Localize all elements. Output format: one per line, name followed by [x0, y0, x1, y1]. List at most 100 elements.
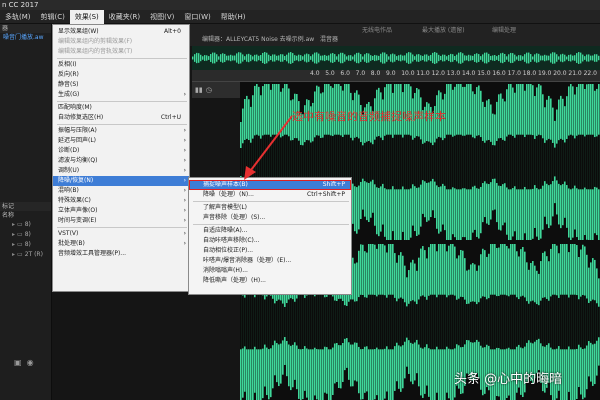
expand-icon[interactable]: ▸: [12, 241, 15, 248]
waveform-core: [298, 295, 300, 349]
overview-bar: [206, 55, 208, 61]
effects-menu-item[interactable]: 编辑效果组内的剪辑效果(F): [53, 37, 189, 47]
effects-menu-item[interactable]: 立体声声像(O) ›: [53, 206, 189, 216]
effects-menu-item[interactable]: 编辑效果组内的音轨效果(T): [53, 47, 189, 57]
effects-menu-item[interactable]: 显示效果组(W) Alt+0: [53, 27, 189, 37]
effects-menu-item[interactable]: 诊断(D) ›: [53, 146, 189, 156]
overview-bar: [386, 54, 388, 62]
menu-0[interactable]: 多轨(M): [0, 10, 36, 24]
effects-menu-item[interactable]: 延迟与回声(L) ›: [53, 136, 189, 146]
noise-menu-item[interactable]: 了解声音模型(L): [189, 203, 351, 213]
waveform-core: [400, 297, 402, 347]
clock-icon[interactable]: ◷: [206, 86, 212, 94]
overview-bar: [208, 56, 210, 60]
file-item[interactable]: 噪音门播放.aw: [0, 33, 51, 42]
overview-waveform[interactable]: [192, 46, 600, 70]
overview-bar: [202, 56, 204, 60]
overview-svg: [192, 52, 600, 64]
media-tab[interactable]: 标记: [0, 202, 51, 211]
noise-menu-item[interactable]: 咔嗒声/爆音消除器（处理）(E)...: [189, 256, 351, 266]
menu-3[interactable]: 收藏夹(R): [104, 10, 145, 24]
waveform-core: [504, 140, 506, 184]
noise-menu-item[interactable]: 降噪（处理）(N)... Ctrl+Shift+P: [189, 190, 351, 200]
waveform-core: [586, 134, 588, 190]
overview-bar: [234, 55, 236, 61]
waveform-core: [280, 300, 282, 344]
editor-tab[interactable]: 编辑器：ALLEYCAT5 Noise 去噪示例.aw: [202, 35, 314, 45]
workspace-label[interactable]: 最大播放 (遗留): [422, 25, 465, 34]
effects-menu-item[interactable]: 生成(G) ›: [53, 90, 189, 100]
overview-bar: [312, 54, 314, 62]
effects-menu-item[interactable]: 反相(I): [53, 60, 189, 70]
mic-icon[interactable]: ◉: [27, 358, 34, 367]
expand-icon[interactable]: ▸: [12, 251, 15, 258]
folder-icon: ▭: [17, 231, 23, 238]
waveform-core: [356, 136, 358, 188]
effects-menu-item[interactable]: 滤波与均衡(Q) ›: [53, 156, 189, 166]
workspace-label[interactable]: 无线电作品: [362, 25, 392, 34]
overview-bar: [294, 55, 296, 61]
waveform-core: [360, 142, 362, 182]
menu-2[interactable]: 效果(S): [69, 10, 104, 24]
menu-item-label: 了解声音模型(L): [203, 204, 248, 211]
overview-bar: [440, 55, 442, 61]
overview-bar: [348, 55, 350, 61]
waveform-core: [482, 140, 484, 184]
overview-bar: [310, 56, 312, 60]
time-ruler[interactable]: 4.0 5.0 6.0 7.0 8.0 9.0 10.0 11.0 12.0 13.0 14.0 15…: [192, 70, 600, 82]
overview-bar: [290, 52, 292, 64]
waveform-core: [358, 138, 360, 186]
effects-menu-item[interactable]: 匹配响度(M): [53, 103, 189, 113]
noise-menu-item[interactable]: 声音移除（处理）(S)...: [189, 213, 351, 223]
overview-bar: [580, 52, 582, 64]
effects-menu-item[interactable]: 批处理(B) ›: [53, 239, 189, 249]
effects-menu-item[interactable]: 时间与变调(E) ›: [53, 216, 189, 226]
mixer-tab[interactable]: 混音器: [320, 35, 338, 45]
effects-menu-item[interactable]: 振幅与压限(A) ›: [53, 126, 189, 136]
track-row[interactable]: ▸ ▭ 8): [0, 240, 51, 250]
menu-5[interactable]: 窗口(W): [179, 10, 215, 24]
menu-item-label: 静音(S): [58, 81, 79, 88]
effects-menu-item[interactable]: 调制(U) ›: [53, 166, 189, 176]
overview-bar: [274, 54, 276, 62]
menu-4[interactable]: 视图(V): [145, 10, 179, 24]
overview-bar: [544, 54, 546, 62]
noise-menu-item[interactable]: 降低嘶声（处理）(H)...: [189, 276, 351, 286]
expand-icon[interactable]: ▸: [12, 221, 15, 228]
menu-separator: [57, 124, 187, 125]
noise-menu-item[interactable]: 自适应降噪(A)...: [189, 226, 351, 236]
menu-6[interactable]: 帮助(H): [216, 10, 251, 24]
waveform-core: [586, 298, 588, 346]
menu-item-label: 自适应降噪(A)...: [203, 227, 248, 234]
noise-menu-item[interactable]: 消除嗡嗡声(H)...: [189, 266, 351, 276]
waveform-core: [292, 299, 294, 345]
workspace-label[interactable]: 编辑处理: [492, 25, 516, 34]
waveform-core: [342, 301, 344, 343]
effects-menu-item[interactable]: 音频增效工具管理器(P)...: [53, 249, 189, 259]
waveform-core: [394, 297, 396, 347]
effects-menu-item[interactable]: 降噪/恢复(N) ›: [53, 176, 189, 186]
overview-bar: [270, 55, 272, 61]
levels-icon[interactable]: ▮▮: [195, 86, 203, 94]
effects-menu-item[interactable]: VST(V) ›: [53, 229, 189, 239]
panel-tab[interactable]: 器: [0, 24, 51, 33]
waveform-core: [448, 295, 450, 349]
effects-menu-item[interactable]: 混响(B) ›: [53, 186, 189, 196]
track-row[interactable]: ▸ ▭ 8): [0, 220, 51, 230]
waveform-core: [358, 297, 360, 347]
noise-menu-item[interactable]: 自动咔嗒声移除(C)...: [189, 236, 351, 246]
effects-menu-item[interactable]: 静音(S): [53, 80, 189, 90]
effects-menu-item[interactable]: 反向(R): [53, 70, 189, 80]
noise-menu-item[interactable]: 自动相位校正(P)...: [189, 246, 351, 256]
effects-menu-item[interactable]: 自动修复选区(H) Ctrl+U: [53, 113, 189, 123]
waveform-core: [554, 294, 556, 350]
effects-menu-item[interactable]: 特殊效果(C) ›: [53, 196, 189, 206]
menu-1[interactable]: 剪辑(C): [36, 10, 70, 24]
track-row[interactable]: ▸ ▭ 2T (R): [0, 250, 51, 260]
track-row[interactable]: ▸ ▭ 8): [0, 230, 51, 240]
menu-item-label: 延迟与回声(L): [58, 137, 97, 144]
ruler-tick: 11.0: [416, 70, 430, 77]
expand-icon[interactable]: ▸: [12, 231, 15, 238]
waveform-core: [460, 134, 462, 190]
folder-icon[interactable]: ▣: [14, 358, 22, 367]
